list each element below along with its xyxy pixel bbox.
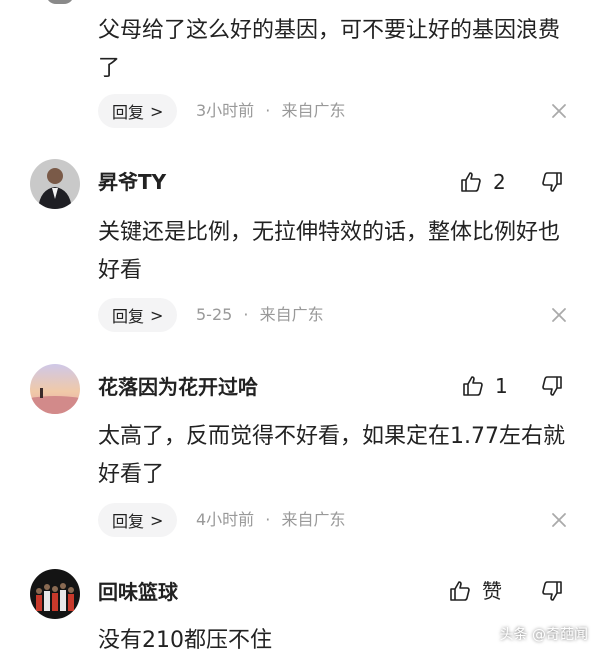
close-icon[interactable] [550,306,568,324]
thumbs-up-icon [461,374,485,398]
comment-text: 父母给了这么好的基因，可不要让好的基因浪费了 [98,18,561,81]
thumbs-down-icon[interactable] [540,579,564,603]
thumbs-down-icon[interactable] [540,374,564,398]
like-button[interactable]: 赞 [448,579,502,603]
comment-time: 5-25 [196,305,233,324]
avatar[interactable] [30,569,80,619]
watermark: 头条 @奇葩闻 [499,627,588,643]
thumbs-up-icon [448,579,472,603]
man-in-suit-avatar-icon [30,159,80,209]
comment-text: 关键还是比例，无拉伸特效的话，整体比例好也好看 [98,220,561,283]
like-button[interactable]: 2 [459,170,506,194]
comment-actions: 回复 > 5-25 · 来自广东 [98,298,578,332]
username[interactable]: 昇爷TY [98,170,166,194]
comment-meta: 4小时前 · 来自广东 [196,510,345,530]
comment-meta: 5-25 · 来自广东 [196,305,324,325]
comment-time: 3小时前 [196,101,255,120]
reply-button[interactable]: 回复 > [98,94,178,128]
chevron-right-icon: > [150,510,164,530]
comment-time: 4小时前 [196,510,255,529]
sunset-landscape-avatar-icon [30,364,80,414]
close-icon[interactable] [550,102,568,120]
comment-meta: 3小时前 · 来自广东 [196,101,345,121]
thumbs-up-icon [459,170,483,194]
comment-location: 来自广东 [281,510,346,529]
comment-location: 来自广东 [281,101,346,120]
username[interactable]: 回味篮球 [98,580,178,604]
avatar[interactable] [30,364,80,414]
chevron-right-icon: > [150,101,164,121]
reply-button[interactable]: 回复 > [98,503,178,537]
thumbs-down-icon[interactable] [540,170,564,194]
comment-actions: 回复 > 4小时前 · 来自广东 [98,503,578,537]
meta-separator: · [265,510,271,529]
previous-avatar[interactable] [46,0,74,4]
meta-separator: · [265,101,271,120]
like-button[interactable]: 1 [461,374,508,398]
chevron-right-icon: > [150,305,164,325]
reply-label: 回复 [112,103,145,122]
like-count: 赞 [482,579,502,603]
comment-actions: 回复 > 3小时前 · 来自广东 [98,94,578,128]
reply-label: 回复 [112,512,145,531]
meta-separator: · [243,305,249,324]
comment-location: 来自广东 [259,305,324,324]
avatar[interactable] [30,159,80,209]
basketball-team-avatar-icon [30,569,80,619]
close-icon[interactable] [550,511,568,529]
comment-text: 没有210都压不住 [98,628,272,653]
like-count: 2 [493,170,506,194]
reply-label: 回复 [112,307,145,326]
like-count: 1 [495,374,508,398]
comment-text: 太高了，反而觉得不好看，如果定在1.77左右就好看了 [98,424,565,487]
username[interactable]: 花落因为花开过哈 [98,375,258,399]
reply-button[interactable]: 回复 > [98,298,178,332]
